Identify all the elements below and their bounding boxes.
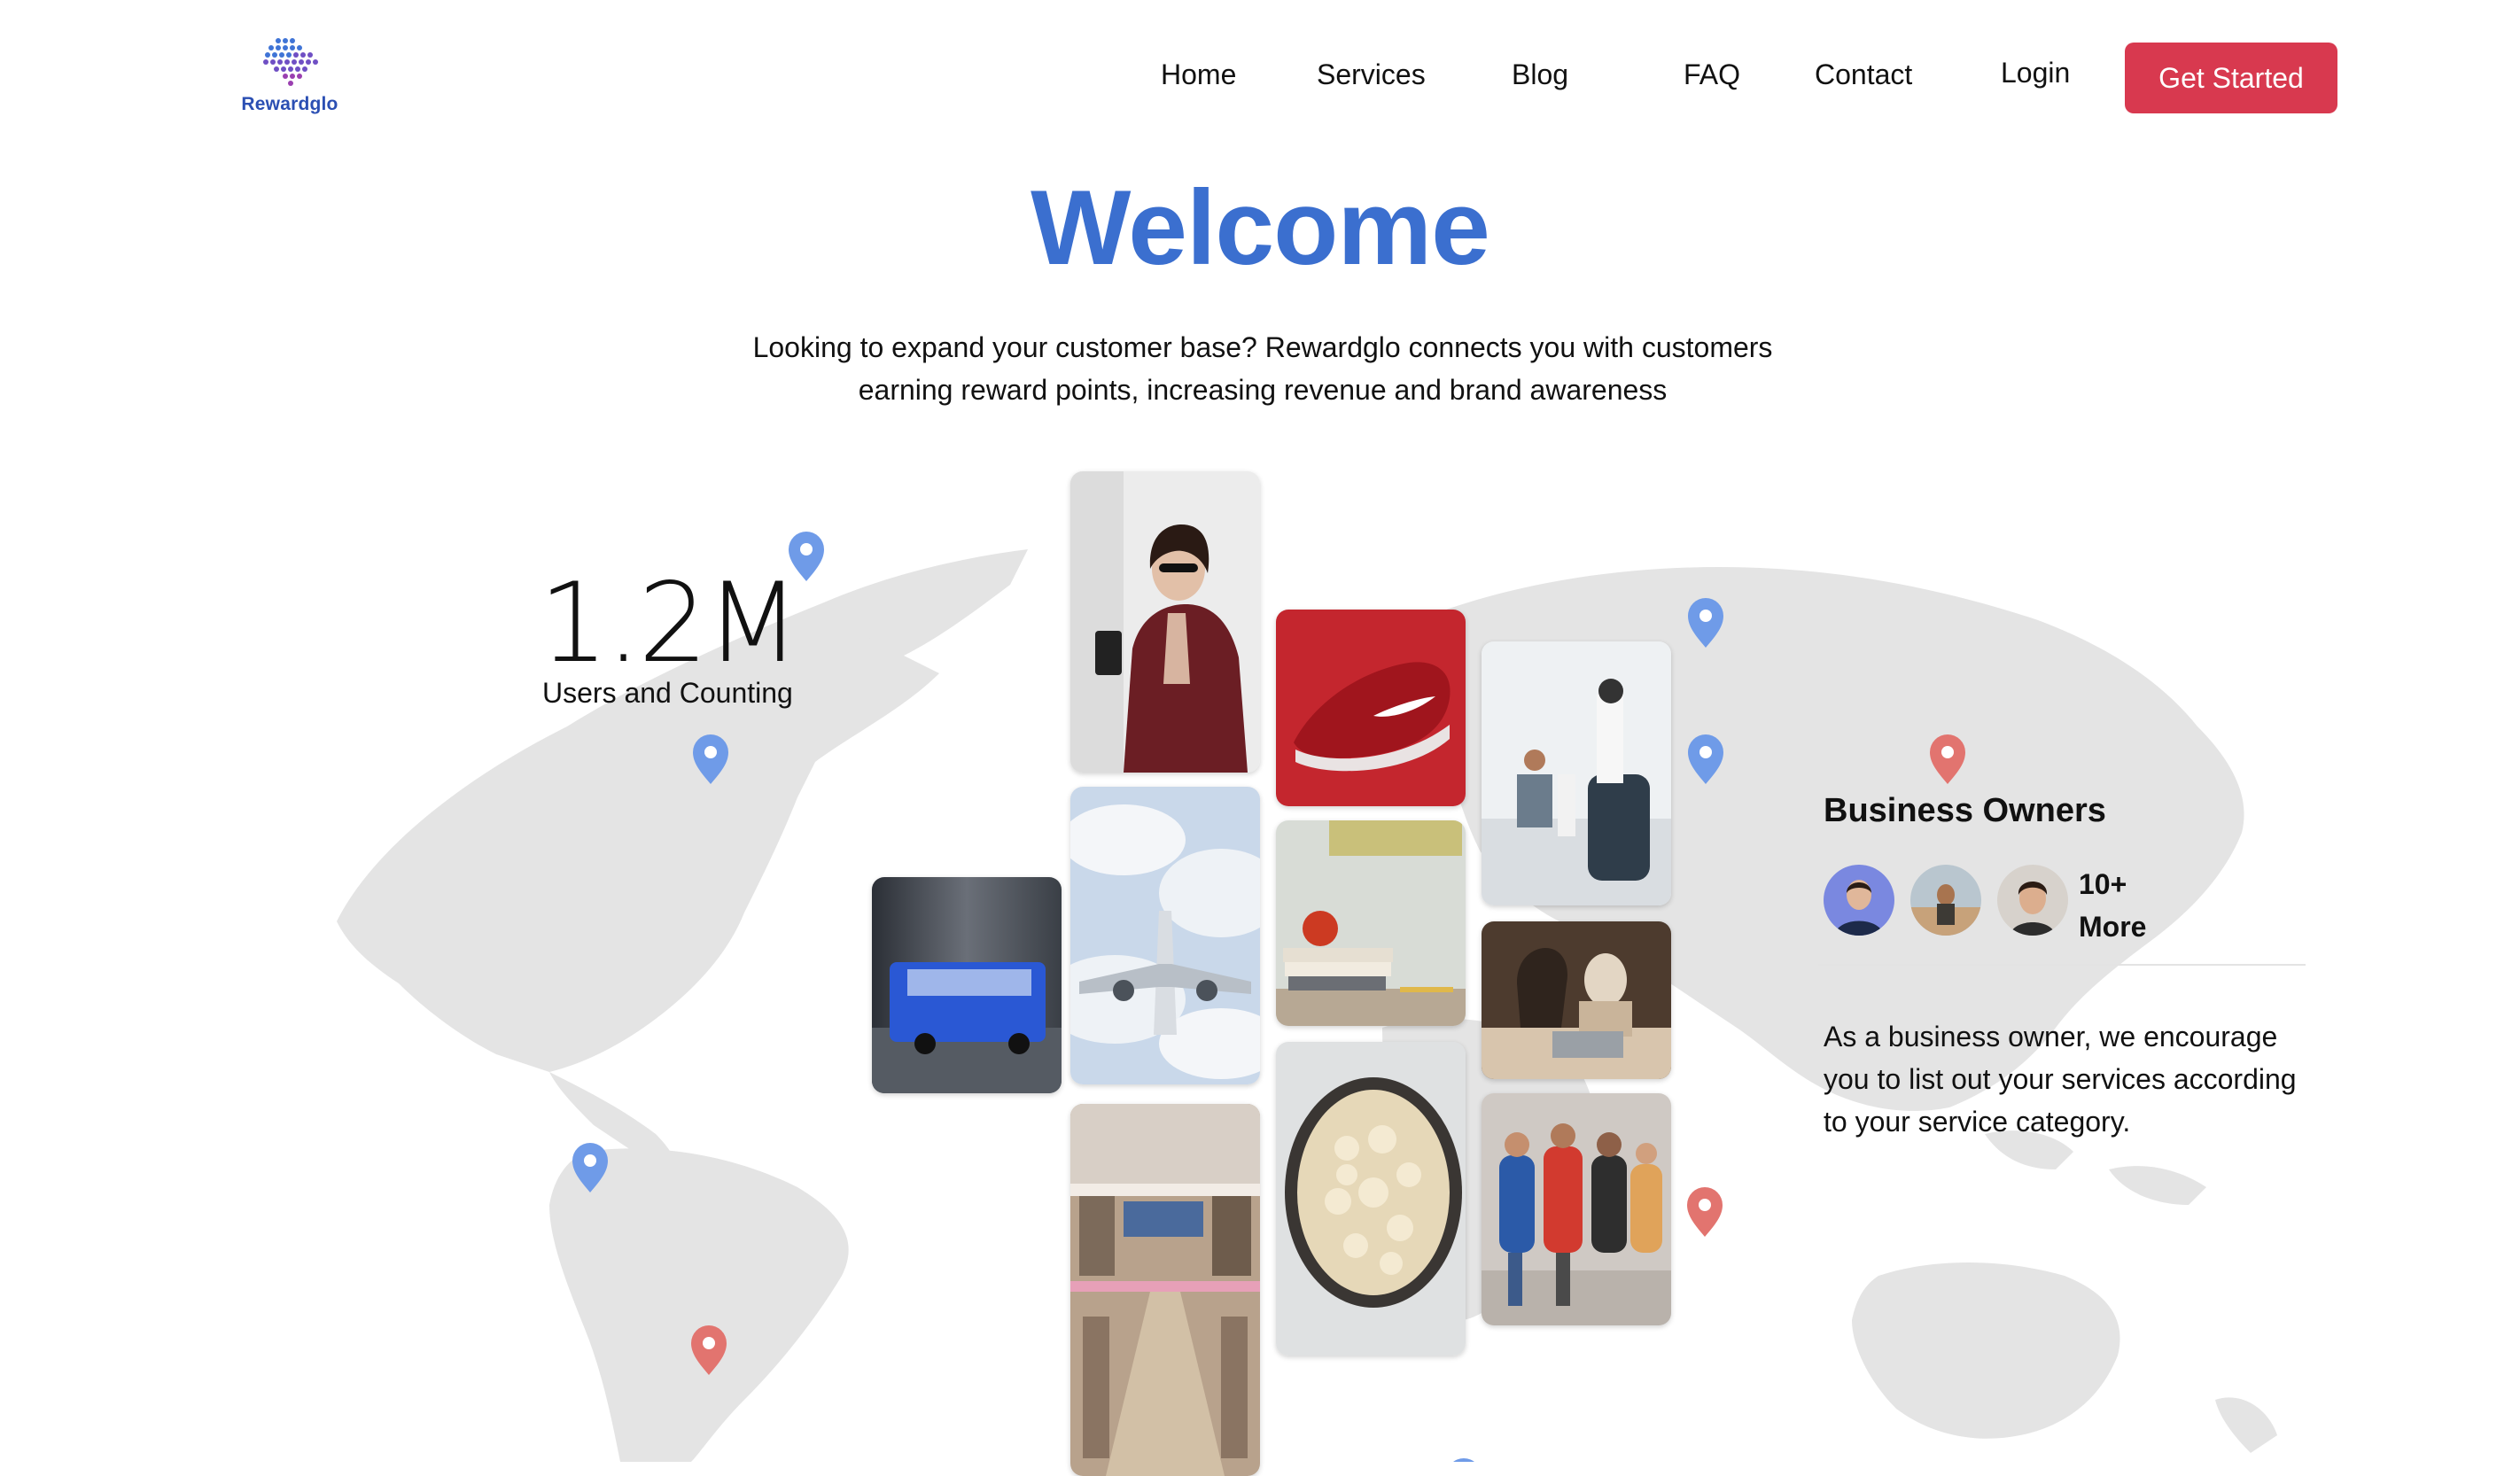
logo-globe-icon <box>263 38 318 86</box>
more-count: 10+ <box>2079 868 2127 900</box>
hero-subtitle-line-2: earning reward points, increasing revenu… <box>858 374 1668 406</box>
get-started-button[interactable]: Get Started <box>2125 43 2337 113</box>
business-owners-description: As a business owner, we encourage you to… <box>1824 1021 2297 1138</box>
avatar <box>1997 865 2068 936</box>
photo-crowd <box>1482 1093 1671 1325</box>
hero-subtitle-line-1: Looking to expand your customer base? Re… <box>752 331 1773 363</box>
photo-popcorn <box>1276 1042 1466 1356</box>
users-count: 1.2M <box>539 560 800 688</box>
nav-services[interactable]: Services <box>1317 58 1426 91</box>
world-map <box>337 532 2277 1462</box>
photo-blue-bus <box>872 877 1062 1093</box>
more-label: More <box>2079 911 2147 943</box>
map-new-zealand <box>2215 1397 2277 1453</box>
more-owners-count: 10+ More <box>2079 863 2146 948</box>
business-owners-title: Business Owners <box>1824 792 2106 829</box>
avatar <box>1910 865 1981 936</box>
photo-fashion-woman <box>1070 471 1260 773</box>
users-count-label: Users and Counting <box>542 677 793 709</box>
map-pin-blue[interactable] <box>1446 1458 1482 1462</box>
hero-subtitle: Looking to expand your customer base? Re… <box>673 326 1852 411</box>
nav-contact[interactable]: Contact <box>1815 58 1912 91</box>
page-title: Welcome <box>1031 168 1490 287</box>
avatar <box>1824 865 1894 936</box>
nav-login[interactable]: Login <box>2001 57 2070 89</box>
map-australia <box>1852 1262 2120 1439</box>
photo-women-laptop <box>1482 921 1671 1079</box>
photo-airplane <box>1070 787 1260 1084</box>
divider <box>1818 964 2306 966</box>
map-islands-2 <box>2109 1166 2206 1205</box>
nav-home[interactable]: Home <box>1161 58 1236 91</box>
photo-books-apple <box>1276 820 1466 1026</box>
map-south-america <box>549 1148 849 1462</box>
photo-shopping-mall <box>1070 1104 1260 1476</box>
nav-faq[interactable]: FAQ <box>1684 58 1740 91</box>
nav-blog[interactable]: Blog <box>1512 58 1568 91</box>
photo-airport-lounge <box>1482 641 1671 905</box>
photo-red-sneaker <box>1276 610 1466 806</box>
brand-name: Rewardglo <box>241 94 338 114</box>
map-pin-red[interactable] <box>1687 1187 1723 1237</box>
brand-logo[interactable]: Rewardglo <box>232 35 347 120</box>
